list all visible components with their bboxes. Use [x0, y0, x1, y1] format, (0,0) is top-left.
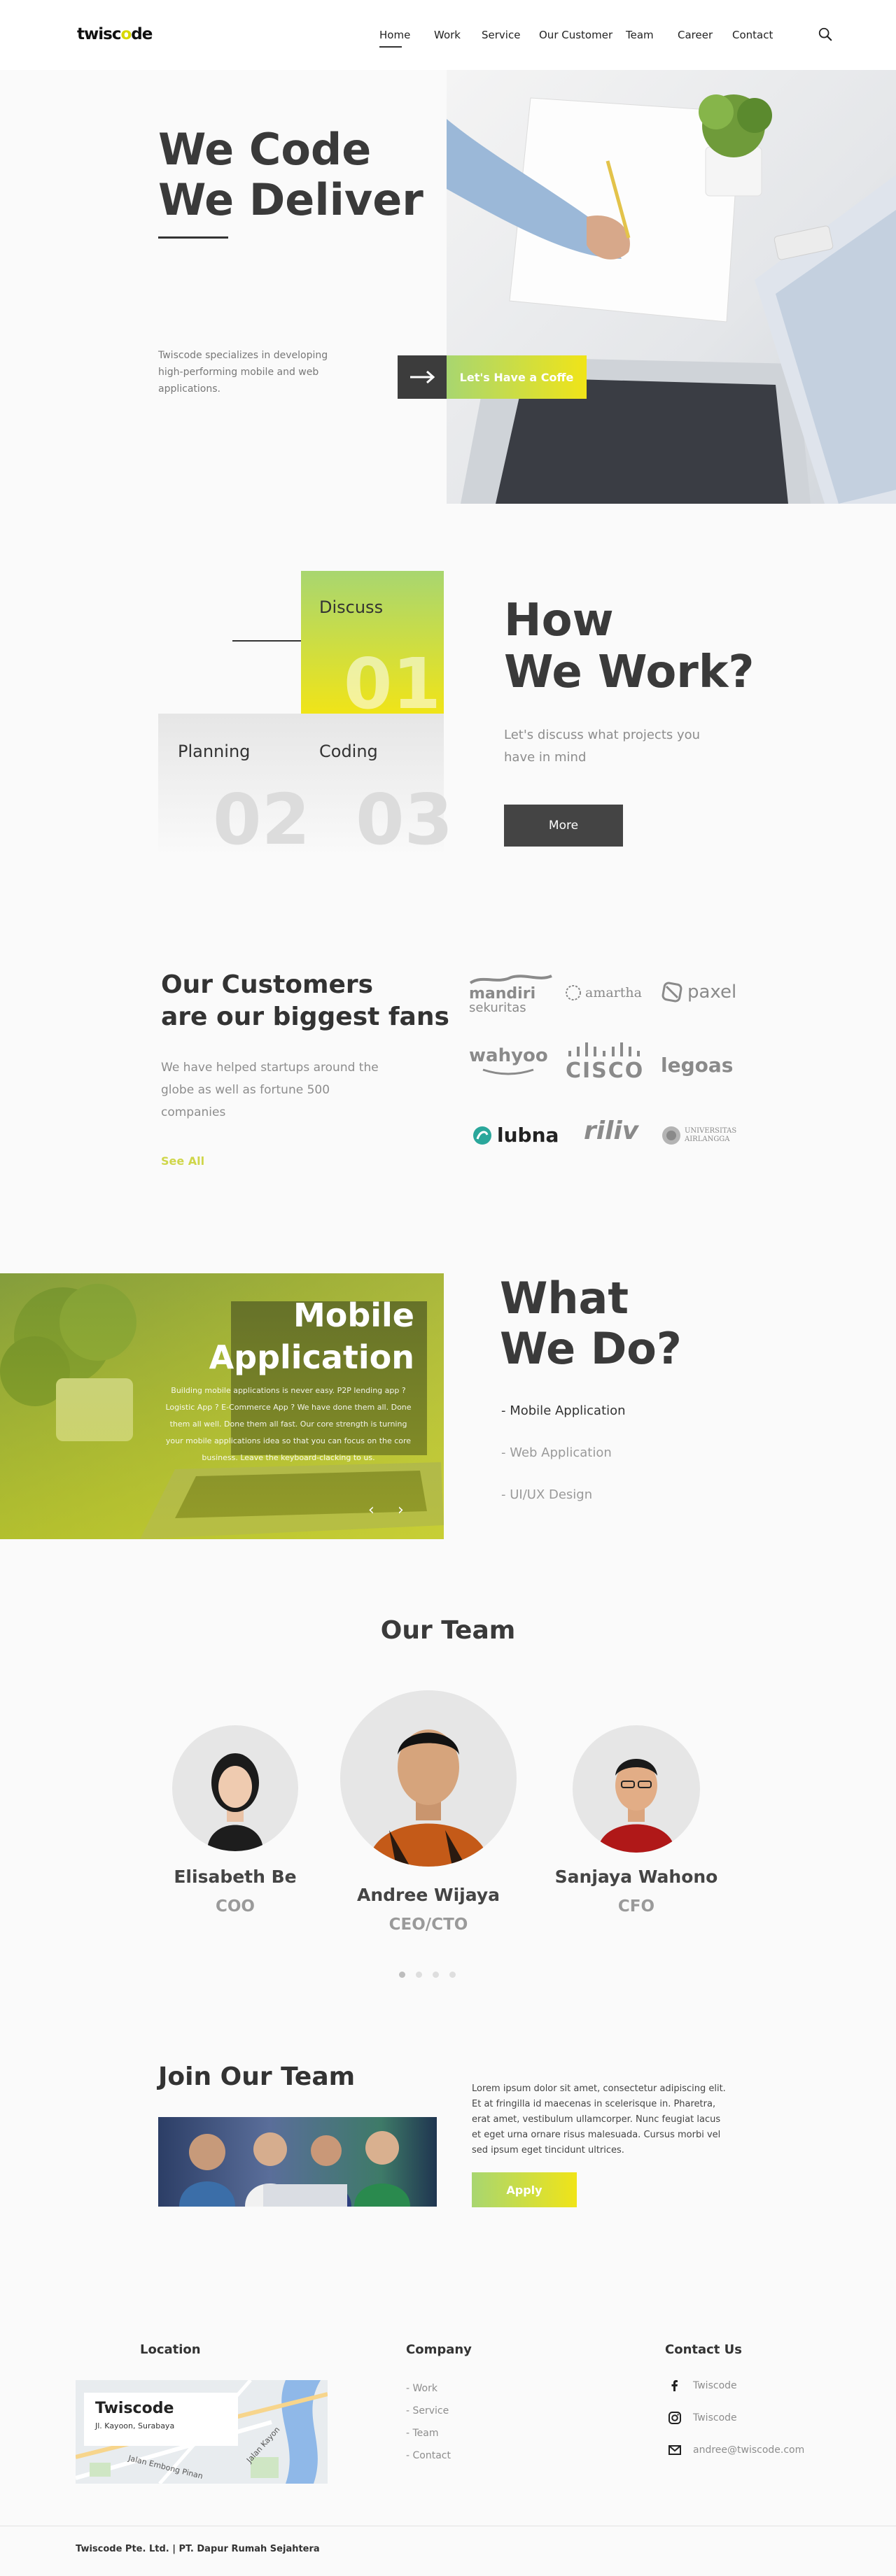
how-we-work-subtitle: Let's discuss what projects you have in …	[504, 728, 701, 765]
footer-link-team[interactable]: - Team	[406, 2428, 439, 2439]
step-coding-label: Coding	[319, 742, 378, 761]
lets-have-coffee-button[interactable]: Let's Have a Coffe	[447, 355, 587, 399]
contact-instagram-text[interactable]: Twiscode	[693, 2412, 737, 2423]
facebook-icon[interactable]	[668, 2379, 682, 2393]
customers-description: We have helped startups around the globe…	[161, 1061, 379, 1119]
step-discuss-number: 01	[343, 643, 441, 725]
service-web-application[interactable]: - Web Application	[501, 1445, 612, 1460]
hero-title: We Code We Deliver	[158, 124, 424, 225]
location-map[interactable]: Twiscode Jl. Kayoon, Surabaya Jalan Embo…	[76, 2380, 328, 2484]
step-planning-label: Planning	[178, 742, 251, 761]
carousel-dot-1[interactable]	[399, 1972, 405, 1978]
search-icon[interactable]	[818, 27, 833, 42]
member-name-elisabeth: Elisabeth Be	[174, 1867, 297, 1887]
member-name-andree: Andree Wijaya	[357, 1885, 500, 1905]
arrow-right-icon	[410, 370, 435, 384]
copyright-text: Twiscode Pte. Ltd. | PT. Dapur Rumah Sej…	[76, 2544, 320, 2554]
nav-work[interactable]: Work	[434, 29, 461, 41]
nav-team[interactable]: Team	[626, 29, 654, 41]
slide-title: Mobile Application	[209, 1296, 414, 1376]
mobile-application-slide: Mobile Application Building mobile appli…	[0, 1273, 444, 1539]
avatar-elisabeth	[172, 1725, 298, 1851]
step-discuss-label: Discuss	[319, 597, 384, 617]
nav-home[interactable]: Home	[379, 29, 410, 41]
logo-wahyoo: wahyoo	[469, 1045, 548, 1080]
logo-amartha: amartha	[564, 984, 642, 1002]
member-name-sanjaya: Sanjaya Wahono	[554, 1867, 718, 1887]
hero-description: Twiscode specializes in developing high-…	[158, 350, 328, 395]
footer-link-work[interactable]: - Work	[406, 2383, 438, 2394]
member-role-andree: CEO/CTO	[388, 1916, 468, 1934]
site-header: twiscode Home Work Service Our Customer …	[0, 0, 896, 70]
slide-description: Building mobile applications is never ea…	[165, 1386, 412, 1462]
logo-riliv: riliv	[584, 1117, 639, 1145]
footer-location-heading: Location	[140, 2342, 201, 2357]
footer-company-heading: Company	[406, 2342, 472, 2357]
how-we-work-title: How We Work?	[504, 595, 755, 698]
member-role-sanjaya: CFO	[617, 1897, 655, 1916]
twiscode-logo[interactable]: twiscode	[77, 25, 153, 43]
footer-contact-heading: Contact Us	[665, 2342, 743, 2357]
instagram-icon[interactable]	[668, 2411, 682, 2425]
logo-mandiri-sekuritas: mandiri sekuritas	[469, 974, 553, 1015]
contact-facebook-text[interactable]: Twiscode	[693, 2380, 737, 2391]
what-we-do-title: What We Do?	[500, 1273, 682, 1374]
join-team-photo	[158, 2117, 437, 2207]
logo-universitas-airlangga: UNIVERSITAS AIRLANGGA	[661, 1125, 736, 1146]
contact-email-text[interactable]: andree@twiscode.com	[693, 2444, 804, 2456]
carousel-dot-4[interactable]	[449, 1972, 456, 1978]
nav-active-indicator	[379, 46, 402, 48]
mail-icon[interactable]	[668, 2443, 682, 2457]
carousel-dot-2[interactable]	[416, 1972, 422, 1978]
step-planning-number: 02	[213, 779, 311, 861]
member-role-elisabeth: COO	[216, 1897, 255, 1916]
avatar-sanjaya	[573, 1725, 700, 1853]
step-coding-number: 03	[356, 779, 454, 861]
join-team-description: Lorem ipsum dolor sit amet, consectetur …	[472, 2083, 726, 2156]
logo-legoas: legoas	[661, 1054, 734, 1077]
footer-link-service[interactable]: - Service	[406, 2405, 449, 2416]
hero-underline	[158, 236, 228, 239]
service-mobile-application[interactable]: - Mobile Application	[501, 1403, 626, 1418]
service-ui-ux-design[interactable]: - UI/UX Design	[501, 1487, 592, 1502]
carousel-dot-3[interactable]	[433, 1972, 439, 1978]
see-all-link[interactable]: See All	[161, 1154, 204, 1168]
hero-arrow-box[interactable]	[398, 355, 447, 399]
more-button[interactable]: More	[504, 805, 623, 847]
footer-link-contact[interactable]: - Contact	[406, 2450, 451, 2461]
logo-lubna: lubna	[472, 1124, 559, 1147]
nav-our-customer[interactable]: Our Customer	[539, 29, 612, 41]
steps-planning-coding: Planning 02 Coding 03	[158, 714, 453, 861]
avatar-andree	[340, 1690, 517, 1867]
join-team-title: Join Our Team	[158, 2062, 356, 2091]
nav-contact[interactable]: Contact	[732, 29, 773, 41]
hero-image-laptop	[447, 70, 896, 504]
apply-button[interactable]: Apply	[472, 2172, 577, 2207]
map-location-card: Twiscode Jl. Kayoon, Surabaya	[84, 2393, 238, 2446]
nav-career[interactable]: Career	[678, 29, 713, 41]
chevron-left-icon[interactable]: ‹	[368, 1501, 374, 1519]
logo-paxel: paxel	[661, 981, 736, 1003]
step-discuss: Discuss 01	[301, 571, 444, 719]
team-title: Our Team	[380, 1616, 516, 1645]
customers-title: Our Customers are our biggest fans	[161, 970, 449, 1031]
how-we-work-line	[232, 640, 301, 642]
logo-cisco: CISCO	[566, 1042, 645, 1083]
nav-service[interactable]: Service	[482, 29, 520, 41]
chevron-right-icon[interactable]: ›	[398, 1501, 404, 1519]
